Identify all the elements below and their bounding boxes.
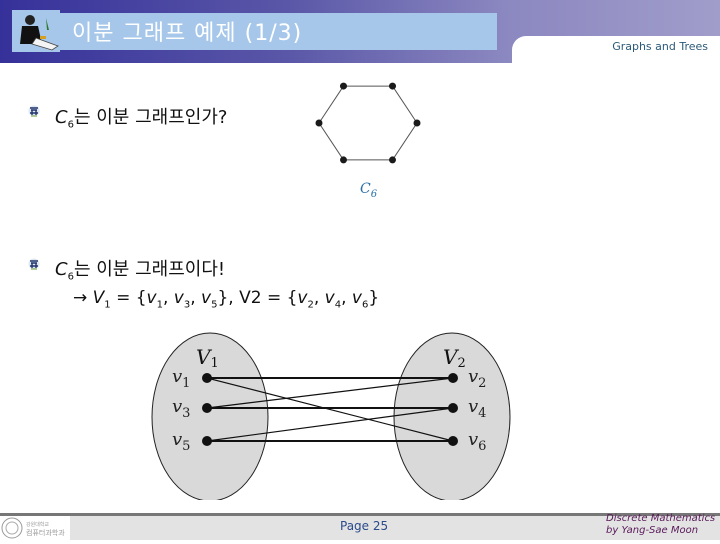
- c6-vertex: [413, 119, 421, 127]
- svg-text:강원대학교: 강원대학교: [26, 521, 49, 528]
- bipartite-vertex: [202, 403, 212, 413]
- page-number: Page 25: [340, 519, 389, 533]
- university-logo: 강원대학교 컴퓨터과학과: [0, 516, 70, 540]
- bullet-icon: [28, 105, 40, 117]
- bipartite-vertex: [448, 373, 458, 383]
- presenter-logo-icon: [12, 10, 60, 52]
- bipartite-vertex: [202, 373, 212, 383]
- c6-vertex: [340, 82, 347, 90]
- c6-vertex: [315, 119, 323, 127]
- c6-vertex: [340, 156, 347, 164]
- bullet-icon: [28, 258, 40, 270]
- section-label: Graphs and Trees: [612, 40, 708, 53]
- course-credit: Discrete Mathematics by Yang-Sae Moon: [606, 513, 716, 536]
- c6-vertex: [389, 82, 396, 90]
- c6-edge: [392, 85, 418, 124]
- c6-vertex: [389, 156, 396, 164]
- bipartite-vertex: [448, 403, 458, 413]
- arrow-icon: →: [73, 288, 88, 308]
- page-title: 이분 그래프 예제 (1/3): [72, 21, 303, 46]
- bipartite-graph: V1 V2 v1v3v5v2v4v6: [151, 332, 511, 500]
- bipartite-vertex: [202, 436, 212, 446]
- bipartite-vertex: [448, 436, 458, 446]
- c6-label: C6: [360, 181, 378, 200]
- answer-text: C6는 이분 그래프이다!: [55, 259, 226, 283]
- c6-edge: [318, 122, 344, 161]
- university-seal-icon: 강원대학교 컴퓨터과학과: [1, 517, 65, 539]
- svg-text:컴퓨터과학과: 컴퓨터과학과: [26, 528, 65, 537]
- c6-edge: [318, 85, 344, 124]
- c6-edge: [392, 122, 418, 161]
- question-text: C6는 이분 그래프인가?: [55, 107, 228, 131]
- partition-text: → V1 = {v1, v3, v5}, V2 = {v2, v4, v6}: [73, 288, 380, 311]
